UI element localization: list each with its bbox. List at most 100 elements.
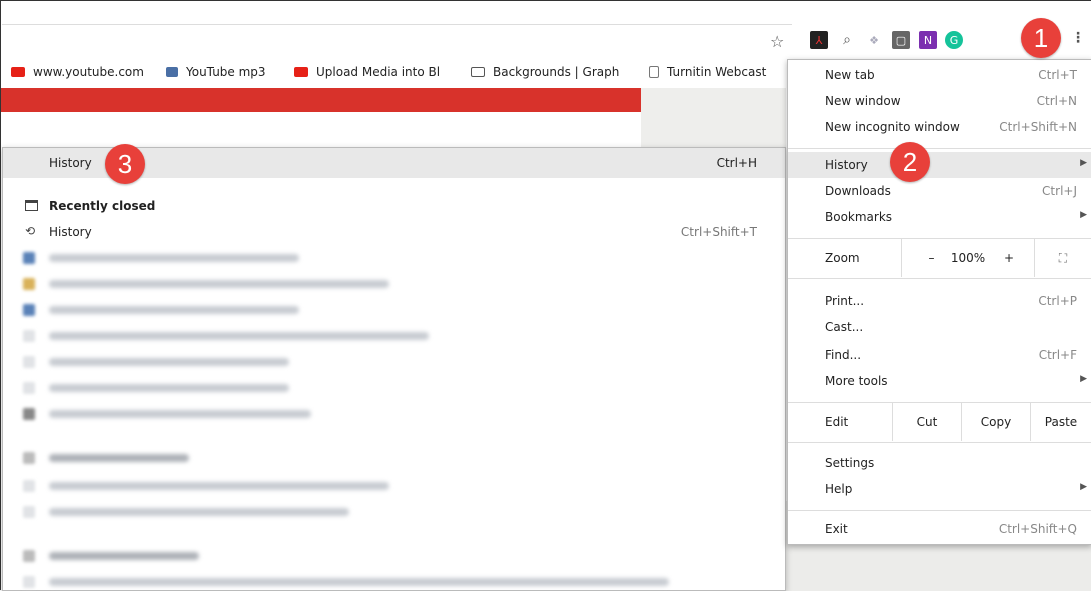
step-badge-3: 3 (105, 144, 145, 184)
list-item[interactable] (23, 550, 35, 562)
recently-closed-label: Recently closed (49, 199, 156, 213)
acrobat-icon[interactable]: ⅄ (810, 31, 828, 49)
chevron-right-icon: ▶ (1080, 158, 1087, 168)
bookmark-label: YouTube mp3 (186, 65, 266, 79)
zoom-value: 100% (950, 251, 986, 265)
menu-item-shortcut: Ctrl+J (1042, 184, 1077, 198)
menu-divider (788, 510, 1091, 511)
zoom-in-button[interactable]: + (984, 239, 1034, 277)
list-item[interactable] (23, 356, 35, 368)
badge-number: 1 (1033, 22, 1049, 53)
zoom-label: Zoom (825, 251, 860, 265)
search-icon[interactable]: ⌕ (838, 31, 856, 49)
menu-zoom-row: Zoom – 100% + ⛶ (788, 239, 1091, 277)
menu-help[interactable]: Help ▶ (788, 476, 1091, 502)
list-item[interactable] (49, 410, 311, 418)
bookmark-backgrounds[interactable]: Backgrounds | Graph (471, 65, 619, 79)
menu-item-label: Find... (825, 348, 862, 362)
paste-button[interactable]: Paste (1030, 403, 1091, 441)
list-item[interactable] (49, 578, 669, 586)
copy-label: Copy (980, 415, 1012, 429)
menu-kebab-icon[interactable]: ⋮ (1070, 30, 1086, 50)
fullscreen-icon[interactable]: ⛶ (1034, 239, 1091, 277)
bookmark-upload-media[interactable]: Upload Media into Bl (294, 65, 440, 79)
bookmark-ytmp3[interactable]: YouTube mp3 (166, 65, 266, 79)
history-clock-icon: ⟲ (25, 224, 36, 238)
list-item[interactable] (49, 254, 299, 262)
list-item[interactable] (49, 280, 389, 288)
extension-icon[interactable]: ▢ (892, 31, 910, 49)
onenote-icon[interactable]: N (919, 31, 937, 49)
menu-item-label: New incognito window (825, 120, 960, 134)
ytmp3-icon (166, 67, 178, 77)
menu-cast[interactable]: Cast... (788, 314, 1091, 340)
menu-item-shortcut: Ctrl+Shift+N (999, 120, 1077, 134)
menu-item-label: New tab (825, 68, 875, 82)
menu-print[interactable]: Print... Ctrl+P (788, 288, 1091, 314)
list-item[interactable] (23, 506, 35, 518)
bookmark-turnitin[interactable]: Turnitin Webcast (649, 65, 766, 79)
address-bar[interactable] (2, 24, 792, 25)
list-item[interactable] (23, 382, 35, 394)
list-item[interactable] (49, 358, 289, 366)
menu-settings[interactable]: Settings (788, 450, 1091, 476)
list-item[interactable] (49, 552, 199, 560)
zoom-in-label: + (1003, 251, 1015, 265)
menu-new-incognito[interactable]: New incognito window Ctrl+Shift+N (788, 114, 1091, 140)
menu-downloads[interactable]: Downloads Ctrl+J (788, 178, 1091, 204)
paste-label: Paste (1044, 415, 1078, 429)
list-item[interactable] (23, 452, 35, 464)
menu-more-tools[interactable]: More tools ▶ (788, 368, 1091, 394)
copy-button[interactable]: Copy (961, 403, 1030, 441)
bookmark-star-icon[interactable]: ☆ (770, 32, 784, 51)
grammarly-icon[interactable]: G (945, 31, 963, 49)
list-item[interactable] (49, 482, 389, 490)
history-item-shortcut: Ctrl+Shift+T (680, 225, 757, 239)
menu-new-window[interactable]: New window Ctrl+N (788, 88, 1091, 114)
list-item[interactable] (49, 306, 299, 314)
step-badge-1: 1 (1021, 18, 1061, 58)
list-item[interactable] (23, 278, 35, 290)
dropbox-icon[interactable]: ❖ (865, 31, 883, 49)
list-item[interactable] (23, 408, 35, 420)
history-item[interactable]: ⟲ History Ctrl+Shift+T (3, 220, 785, 244)
menu-exit[interactable]: Exit Ctrl+Shift+Q (788, 516, 1091, 542)
history-shortcut: Ctrl+H (716, 156, 757, 170)
bookmark-label: www.youtube.com (33, 65, 144, 79)
menu-item-shortcut: Ctrl+P (1038, 294, 1077, 308)
bookmark-label: Backgrounds | Graph (493, 65, 620, 79)
edit-label: Edit (825, 415, 849, 429)
list-item[interactable] (23, 330, 35, 342)
list-item[interactable] (23, 576, 35, 588)
tab-icon (25, 200, 38, 211)
menu-new-tab[interactable]: New tab Ctrl+T (788, 62, 1091, 88)
list-item[interactable] (23, 252, 35, 264)
history-item-label: History (49, 225, 92, 239)
badge-number: 3 (117, 148, 133, 179)
menu-find[interactable]: Find... Ctrl+F (788, 342, 1091, 368)
menu-item-shortcut: Ctrl+T (1038, 68, 1077, 82)
list-item[interactable] (23, 304, 35, 316)
menu-item-label: Downloads (825, 184, 891, 198)
chrome-main-menu: New tab Ctrl+T New window Ctrl+N New inc… (787, 59, 1091, 545)
bookmark-label: Turnitin Webcast (667, 65, 767, 79)
list-item[interactable] (49, 454, 189, 462)
chevron-right-icon: ▶ (1080, 374, 1087, 384)
list-item[interactable] (49, 332, 429, 340)
list-item[interactable] (23, 480, 35, 492)
menu-item-label: Help (825, 482, 853, 496)
list-item[interactable] (49, 508, 349, 516)
bookmark-label: Upload Media into Bl (316, 65, 441, 79)
menu-item-label: More tools (825, 374, 888, 388)
menu-bookmarks[interactable]: Bookmarks ▶ (788, 204, 1091, 230)
youtube-icon (294, 67, 308, 77)
menu-history[interactable]: History ▶ (788, 152, 1091, 178)
cut-button[interactable]: Cut (892, 403, 961, 441)
menu-item-shortcut: Ctrl+N (1036, 94, 1077, 108)
bookmark-youtube[interactable]: www.youtube.com (11, 65, 144, 79)
list-item[interactable] (49, 384, 289, 392)
cut-label: Cut (916, 415, 938, 429)
menu-item-label: Bookmarks (825, 210, 893, 224)
menu-item-label: Print... (825, 294, 865, 308)
menu-item-shortcut: Ctrl+Shift+Q (998, 522, 1077, 536)
